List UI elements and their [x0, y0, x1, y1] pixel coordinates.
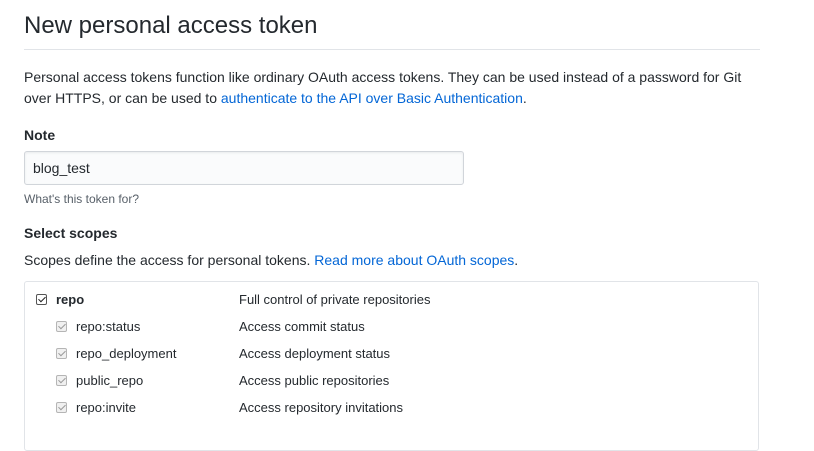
- scope-name: repo:status: [76, 319, 141, 334]
- scope-checkbox-repo-invite[interactable]: [56, 402, 67, 413]
- scope-description: Access deployment status: [239, 346, 391, 361]
- scopes-desc-text: Scopes define the access for personal to…: [24, 252, 315, 268]
- scope-name: repo:invite: [76, 400, 136, 415]
- note-hint: What's this token for?: [24, 192, 140, 206]
- token-form: New personal access token Personal acces…: [24, 0, 760, 451]
- scopes-list: repo Full control of private repositorie…: [24, 281, 759, 451]
- scope-description: Access repository invitations: [239, 400, 404, 415]
- intro-text-end: .: [522, 90, 527, 106]
- scope-name: repo_deployment: [76, 346, 177, 361]
- scope-name: repo: [56, 292, 85, 307]
- scope-description: Full control of private repositories: [239, 292, 431, 307]
- page-title: New personal access token: [24, 0, 760, 50]
- scope-checkbox-repo-deployment[interactable]: [56, 348, 67, 359]
- scope-checkbox-repo[interactable]: [36, 294, 47, 305]
- basic-auth-link[interactable]: authenticate to the API over Basic Authe…: [221, 90, 523, 106]
- note-input[interactable]: [24, 151, 464, 185]
- scope-description: Access commit status: [239, 319, 365, 334]
- oauth-scopes-link[interactable]: Read more about OAuth scopes: [314, 252, 514, 268]
- scope-description: Access public repositories: [239, 373, 390, 388]
- scope-name: public_repo: [76, 373, 144, 388]
- scope-checkbox-repo-status[interactable]: [56, 321, 67, 332]
- note-label: Note: [24, 127, 56, 143]
- scopes-desc-end: .: [514, 252, 519, 268]
- intro-text: Personal access tokens function like ord…: [24, 67, 764, 109]
- scope-checkbox-public-repo[interactable]: [56, 375, 67, 386]
- scopes-description: Scopes define the access for personal to…: [24, 252, 518, 268]
- scopes-label: Select scopes: [24, 225, 118, 241]
